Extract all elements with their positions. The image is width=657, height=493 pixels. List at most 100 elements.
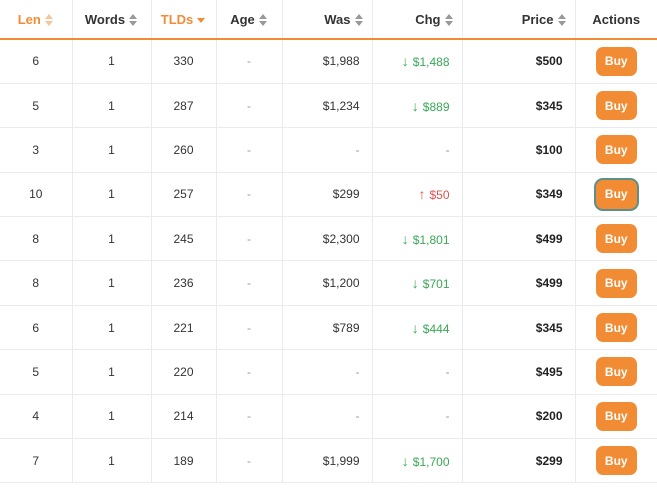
cell-was: -: [282, 127, 373, 173]
cell-age: -: [216, 305, 283, 351]
cell-was: -: [282, 394, 373, 440]
change-value: $1,801: [412, 232, 450, 247]
cell-len: 10: [0, 172, 73, 218]
cell-words: 1: [72, 438, 152, 484]
column-label: Age: [230, 11, 255, 27]
buy-button[interactable]: Buy: [595, 401, 637, 431]
cell-actions: Buy: [575, 172, 657, 218]
buy-button[interactable]: Buy: [595, 224, 637, 254]
sort-icon[interactable]: [44, 14, 54, 27]
table-row: 4 1 214- - - $200 Buy: [0, 394, 657, 440]
buy-button[interactable]: Buy: [595, 91, 637, 121]
table-row: 6 1 330- $1,988 ↓ $1,488 $500 Buy: [0, 39, 657, 84]
cell-tlds: 260: [151, 127, 217, 173]
column-header-tlds[interactable]: TLDs: [151, 0, 217, 40]
cell-chg: ↓ $889: [372, 83, 463, 129]
cell-price: $100: [462, 127, 576, 173]
arrow-down-icon: ↓: [401, 53, 409, 70]
arrow-down-icon: ↓: [401, 452, 409, 469]
cell-chg: -: [372, 127, 463, 173]
cell-tlds: 221: [151, 305, 217, 351]
cell-actions: Buy: [575, 216, 657, 262]
cell-len: 5: [0, 83, 73, 129]
buy-button[interactable]: Buy: [595, 179, 637, 209]
cell-tlds: 245: [151, 216, 217, 262]
column-header-chg[interactable]: Chg: [372, 0, 463, 40]
cell-was: $1,200: [282, 260, 373, 306]
column-label: Len: [17, 11, 41, 27]
column-header-words[interactable]: Words: [72, 0, 152, 40]
cell-chg: ↓ $1,488: [372, 39, 463, 84]
cell-actions: Buy: [575, 83, 657, 129]
buy-button[interactable]: Buy: [595, 357, 637, 387]
arrow-down-icon: ↓: [401, 230, 409, 247]
table-row: 8 1 236- $1,200 ↓ $701 $499 Buy: [0, 260, 657, 306]
table-row: 6 1 221- $789 ↓ $444 $345 Buy: [0, 305, 657, 351]
column-header-age[interactable]: Age: [216, 0, 283, 40]
cell-was: $789: [282, 305, 373, 351]
cell-was: $1,988: [282, 39, 373, 84]
cell-age: -: [216, 349, 283, 395]
sort-desc-icon[interactable]: [197, 14, 206, 26]
cell-price: $200: [462, 394, 576, 440]
cell-actions: Buy: [575, 39, 657, 84]
cell-words: 1: [72, 127, 152, 173]
cell-words: 1: [72, 172, 152, 218]
column-header-len[interactable]: Len: [0, 0, 73, 40]
table-row: 5 1 287- $1,234 ↓ $889 $345 Buy: [0, 83, 657, 129]
cell-chg: ↓ $1,700: [372, 438, 463, 484]
cell-len: 6: [0, 39, 73, 84]
buy-button[interactable]: Buy: [595, 46, 637, 76]
sort-icon[interactable]: [557, 14, 567, 27]
table-row: 10 1 257- $299 ↑ $50 $349 Buy: [0, 172, 657, 218]
cell-words: 1: [72, 216, 152, 262]
cell-was: -: [282, 349, 373, 395]
sort-icon[interactable]: [354, 14, 364, 27]
column-header-actions: Actions: [575, 0, 657, 40]
cell-len: 8: [0, 216, 73, 262]
buy-button[interactable]: Buy: [595, 313, 637, 343]
cell-age: -: [216, 216, 283, 262]
cell-actions: Buy: [575, 394, 657, 440]
column-label: Price: [521, 11, 554, 27]
change-value: $1,700: [412, 454, 450, 469]
column-label: Was: [324, 11, 351, 27]
table-row: 7 1 189- $1,999 ↓ $1,700 $299 Buy: [0, 438, 657, 484]
cell-chg: -: [372, 349, 463, 395]
cell-was: $2,300: [282, 216, 373, 262]
cell-price: $499: [462, 216, 576, 262]
column-label: TLDs: [160, 11, 194, 27]
cell-age: -: [216, 394, 283, 440]
cell-price: $495: [462, 349, 576, 395]
table-row: 8 1 245- $2,300 ↓ $1,801 $499 Buy: [0, 216, 657, 262]
cell-words: 1: [72, 83, 152, 129]
change-value: $701: [422, 277, 450, 292]
change-value: $50: [429, 188, 450, 203]
cell-words: 1: [72, 394, 152, 440]
cell-price: $499: [462, 260, 576, 306]
cell-len: 4: [0, 394, 73, 440]
buy-button[interactable]: Buy: [595, 268, 637, 298]
cell-price: $500: [462, 39, 576, 84]
table-body: 6 1 330- $1,988 ↓ $1,488 $500 Buy 5 1 287- $1,234 ↓ $…: [0, 39, 657, 484]
column-header-price[interactable]: Price: [462, 0, 576, 40]
change-value: -: [445, 364, 450, 379]
buy-button[interactable]: Buy: [595, 135, 637, 165]
column-label: Words: [84, 11, 126, 27]
cell-tlds: 287: [151, 83, 217, 129]
cell-words: 1: [72, 260, 152, 306]
sort-icon[interactable]: [129, 14, 138, 27]
column-header-was[interactable]: Was: [282, 0, 373, 40]
sort-icon[interactable]: [444, 14, 454, 27]
cell-words: 1: [72, 39, 152, 84]
cell-tlds: 214: [151, 394, 217, 440]
cell-tlds: 330: [151, 39, 217, 84]
cell-price: $345: [462, 83, 576, 129]
sort-icon[interactable]: [258, 14, 268, 27]
buy-button[interactable]: Buy: [595, 446, 637, 476]
cell-tlds: 257: [151, 172, 217, 218]
cell-age: -: [216, 83, 283, 129]
cell-len: 3: [0, 127, 73, 173]
cell-age: -: [216, 172, 283, 218]
cell-len: 7: [0, 438, 73, 484]
